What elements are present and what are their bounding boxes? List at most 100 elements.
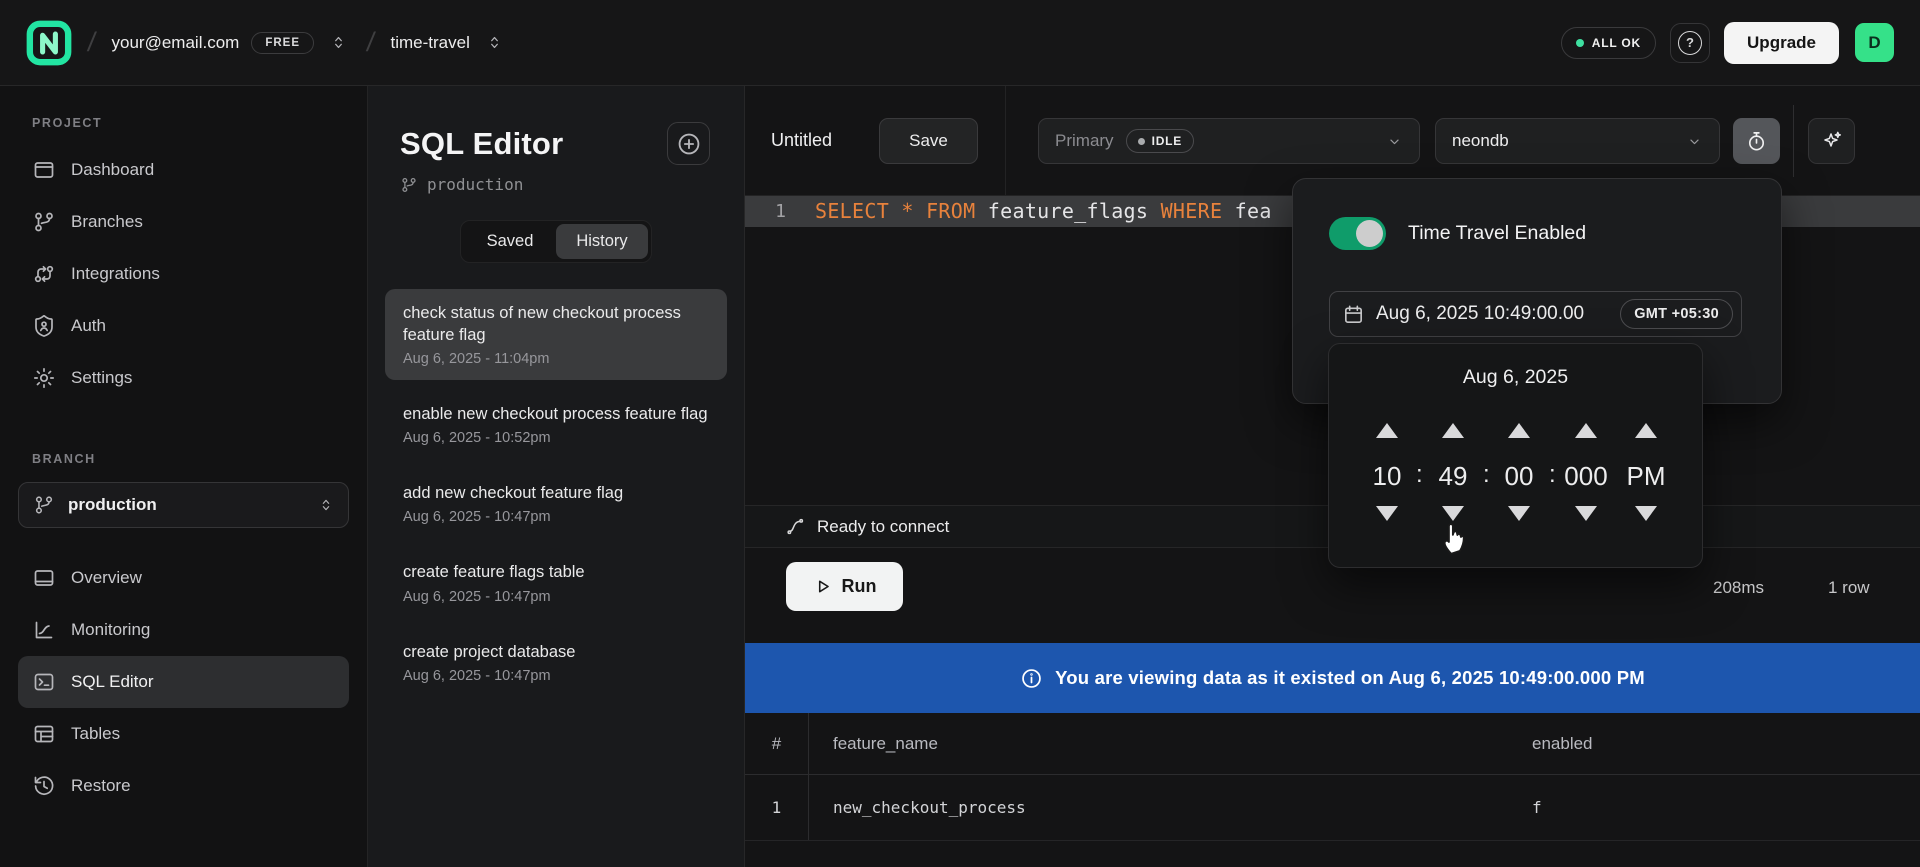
ai-assist-button[interactable]: [1808, 118, 1855, 164]
breadcrumb-divider: /: [365, 27, 377, 58]
sidebar-item-settings[interactable]: Settings: [18, 352, 349, 404]
sidebar-item-label: Dashboard: [71, 160, 154, 180]
time-travel-toggle[interactable]: [1329, 217, 1386, 250]
project-breadcrumb[interactable]: time-travel: [391, 33, 470, 53]
history-item-title: create feature flags table: [403, 561, 709, 583]
panel-branch-name: production: [427, 175, 523, 194]
help-button[interactable]: ?: [1670, 23, 1710, 63]
history-item[interactable]: add new checkout feature flag Aug 6, 202…: [385, 469, 727, 538]
sidebar-item-auth[interactable]: Auth: [18, 300, 349, 352]
status-pill[interactable]: ALL OK: [1561, 27, 1656, 59]
sql-token: *: [901, 199, 913, 223]
history-item-title: enable new checkout process feature flag: [403, 403, 709, 425]
compute-name: Primary: [1055, 131, 1114, 151]
sql-token: [914, 199, 926, 223]
chevron-down-icon: [1686, 133, 1703, 150]
history-item-date: Aug 6, 2025 - 10:47pm: [403, 668, 709, 684]
sidebar-item-sql-editor[interactable]: SQL Editor: [18, 656, 349, 708]
sql-editor-icon: [32, 670, 56, 694]
sidebar-item-label: Integrations: [71, 264, 160, 284]
play-icon: [813, 577, 832, 596]
datetime-value: Aug 6, 2025 10:49:00.00: [1376, 303, 1609, 325]
sidebar-section-branch: BRANCH: [32, 452, 349, 466]
history-item[interactable]: enable new checkout process feature flag…: [385, 390, 727, 459]
time-travel-button[interactable]: [1733, 118, 1780, 164]
help-icon: ?: [1678, 31, 1702, 55]
overview-icon: [32, 566, 56, 590]
query-row-count: 1 row: [1828, 578, 1870, 598]
avatar[interactable]: D: [1855, 23, 1894, 62]
history-item-title: create project database: [403, 641, 709, 663]
sidebar-item-integrations[interactable]: Integrations: [18, 248, 349, 300]
branch-selector[interactable]: production: [18, 482, 349, 528]
minute-up-icon[interactable]: [1442, 423, 1464, 438]
results-table: # feature_name enabled 1 new_checkout_pr…: [745, 713, 1920, 841]
branch-icon: [33, 494, 55, 516]
table-row[interactable]: 1 new_checkout_process f: [745, 775, 1920, 841]
picker-hour: 10: [1367, 461, 1407, 492]
hour-down-icon[interactable]: [1376, 506, 1398, 521]
history-item-title: add new checkout feature flag: [403, 482, 709, 504]
new-query-button[interactable]: [667, 122, 710, 165]
run-button[interactable]: Run: [786, 562, 903, 611]
history-item[interactable]: create feature flags table Aug 6, 2025 -…: [385, 548, 727, 617]
calendar-icon: [1342, 303, 1365, 326]
history-item-date: Aug 6, 2025 - 10:47pm: [403, 509, 709, 525]
sidebar-item-overview[interactable]: Overview: [18, 552, 349, 604]
picker-meridiem: PM: [1621, 461, 1671, 492]
picker-colon: :: [1549, 461, 1556, 489]
line-number: 1: [745, 196, 803, 227]
sidebar-item-branches[interactable]: Branches: [18, 196, 349, 248]
toolbar-divider: [1793, 105, 1794, 177]
account-switcher-chevrons-icon[interactable]: [326, 30, 351, 55]
sql-code-line: SELECT * FROM feature_flags WHERE fea: [815, 196, 1272, 227]
sql-editor-panel: SQL Editor production Saved History chec…: [368, 86, 745, 867]
second-down-icon[interactable]: [1508, 506, 1530, 521]
sidebar-item-label: Overview: [71, 568, 142, 588]
upgrade-button[interactable]: Upgrade: [1724, 22, 1839, 64]
history-item[interactable]: check status of new checkout process fea…: [385, 289, 727, 380]
tables-icon: [32, 722, 56, 746]
sidebar-item-label: Auth: [71, 316, 106, 336]
neon-logo-icon[interactable]: [26, 20, 72, 66]
sidebar-item-monitoring[interactable]: Monitoring: [18, 604, 349, 656]
time-travel-toggle-label: Time Travel Enabled: [1408, 222, 1586, 245]
meridiem-up-icon[interactable]: [1635, 423, 1657, 438]
connection-icon: [785, 516, 806, 537]
cell-enabled: f: [1532, 775, 1542, 840]
run-button-label: Run: [842, 576, 877, 597]
tab-saved[interactable]: Saved: [464, 224, 556, 259]
history-item[interactable]: create project database Aug 6, 2025 - 10…: [385, 628, 727, 697]
database-name: neondb: [1452, 131, 1509, 151]
compute-select[interactable]: Primary IDLE: [1038, 118, 1420, 164]
chevron-down-icon: [1386, 133, 1403, 150]
stopwatch-icon: [1745, 130, 1768, 153]
restore-clock-icon: [32, 774, 56, 798]
toggle-knob: [1356, 220, 1383, 247]
monitoring-icon: [32, 618, 56, 642]
plan-badge: FREE: [251, 32, 314, 54]
hour-up-icon[interactable]: [1376, 423, 1398, 438]
millisecond-up-icon[interactable]: [1575, 423, 1597, 438]
status-pill-label: ALL OK: [1592, 36, 1641, 50]
datetime-field[interactable]: Aug 6, 2025 10:49:00.00 GMT +05:30: [1329, 291, 1742, 337]
cell-index: 1: [745, 775, 809, 840]
database-select[interactable]: neondb: [1435, 118, 1720, 164]
account-email[interactable]: your@email.com: [112, 33, 240, 53]
tab-history[interactable]: History: [556, 224, 648, 259]
picker-colon: :: [1416, 461, 1423, 489]
sidebar-item-label: SQL Editor: [71, 672, 154, 692]
idle-dot-icon: [1138, 138, 1145, 145]
datetime-picker-popup: Aug 6, 2025 10 : 49 : 00 : 000 PM: [1328, 343, 1703, 568]
results-header-row: # feature_name enabled: [745, 713, 1920, 775]
sidebar-item-tables[interactable]: Tables: [18, 708, 349, 760]
second-up-icon[interactable]: [1508, 423, 1530, 438]
sidebar-item-label: Monitoring: [71, 620, 150, 640]
meridiem-down-icon[interactable]: [1635, 506, 1657, 521]
project-switcher-chevrons-icon[interactable]: [482, 30, 507, 55]
sidebar: PROJECT Dashboard Branches Integrations …: [0, 86, 368, 867]
save-button[interactable]: Save: [879, 118, 978, 164]
sidebar-item-restore[interactable]: Restore: [18, 760, 349, 812]
sidebar-item-dashboard[interactable]: Dashboard: [18, 144, 349, 196]
millisecond-down-icon[interactable]: [1575, 506, 1597, 521]
